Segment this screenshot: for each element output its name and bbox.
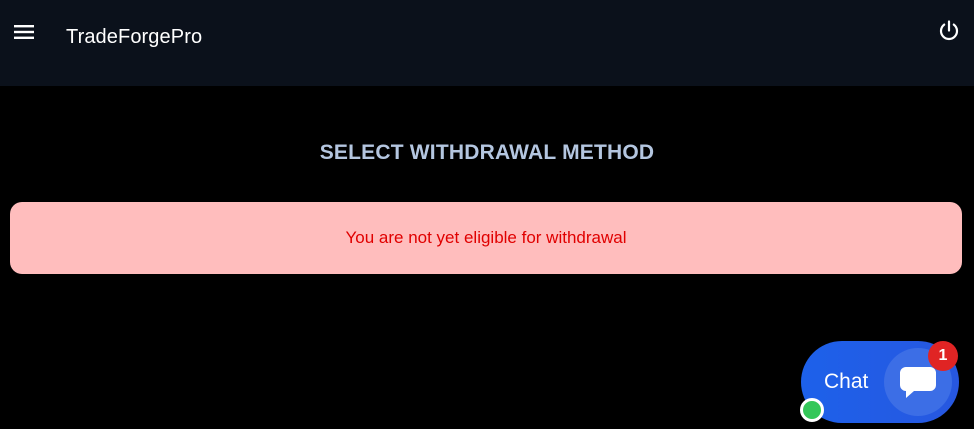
power-icon xyxy=(939,20,959,41)
page-title: SELECT WITHDRAWAL METHOD xyxy=(319,141,655,164)
hamburger-menu-icon xyxy=(14,25,34,39)
online-status-indicator xyxy=(800,398,824,422)
alert-message: You are not yet eligible for withdrawal xyxy=(345,228,627,247)
withdrawal-page: TradeForgePro SELECT WITHDRAWAL METHOD Y… xyxy=(0,0,974,429)
logout-button[interactable] xyxy=(936,18,962,44)
menu-button[interactable] xyxy=(10,18,38,46)
chat-bubble-icon xyxy=(900,367,936,398)
top-app-bar: TradeForgePro xyxy=(0,0,974,86)
unread-count-badge: 1 xyxy=(928,341,958,371)
chat-label: Chat xyxy=(824,370,869,393)
eligibility-alert: You are not yet eligible for withdrawal xyxy=(10,202,962,274)
brand-title: TradeForgePro xyxy=(66,26,203,48)
